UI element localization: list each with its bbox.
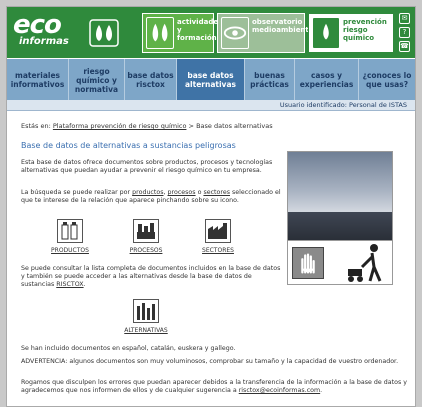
site-header: eco informas actividades y formación obs… xyxy=(7,7,415,58)
hand-stop-icon xyxy=(292,247,324,279)
eye-icon xyxy=(221,17,249,49)
tab-observatorio-medioambiental[interactable]: observatorio medioambiental xyxy=(217,13,316,53)
drops-icon xyxy=(146,17,174,49)
text: La búsqueda se puede realizar por xyxy=(21,189,131,196)
sectores-label[interactable]: SECTORES xyxy=(193,247,243,254)
ecoinformas-logo[interactable]: eco informas xyxy=(13,10,69,47)
text: Rogamos que disculpen los errores que pu… xyxy=(21,379,407,394)
errores-paragraph: Rogamos que disculpen los errores que pu… xyxy=(21,379,407,394)
productos-icon[interactable] xyxy=(57,219,83,243)
nav-base-datos-alternativas[interactable]: base datos alternativas xyxy=(177,59,245,101)
tab-label: prevención riesgo químico xyxy=(343,18,387,42)
breadcrumb-current: Base datos alternativas xyxy=(196,122,273,130)
sunset-photo xyxy=(287,151,393,285)
nav-casos-experiencias[interactable]: casos y experiencias xyxy=(295,59,359,101)
tab-label: observatorio medioambiental xyxy=(252,18,316,34)
nav-conoces-lo-que-usas[interactable]: ¿conoces lo que usas? xyxy=(359,59,415,101)
phone-icon[interactable]: ☎ xyxy=(399,41,410,52)
page: eco informas actividades y formación obs… xyxy=(6,6,416,407)
procesos-link[interactable]: procesos xyxy=(168,189,196,196)
advertencia-paragraph: ADVERTENCIA: algunos documentos son muy … xyxy=(21,358,399,365)
header-side-icons: ✉ ? ☎ xyxy=(399,13,411,55)
tab-label: actividades y formación xyxy=(177,18,223,42)
risctox-link[interactable]: RISCTOX xyxy=(56,281,83,288)
intro-paragraph: Esta base de datos ofrece documentos sob… xyxy=(21,159,273,174)
listado-paragraph: Se puede consultar la lista completa de … xyxy=(21,265,281,288)
logo-drops-icon xyxy=(89,19,119,47)
sectores-link[interactable]: sectores xyxy=(203,189,230,196)
breadcrumb: Estás en: Plataforma prevención de riesg… xyxy=(21,122,273,130)
productos-label[interactable]: PRODUCTOS xyxy=(45,247,95,254)
hand-drop-icon xyxy=(312,17,340,49)
logo-informas-text: informas xyxy=(19,36,69,47)
tab-actividades-formacion[interactable]: actividades y formación xyxy=(142,13,223,53)
user-status: Usuario identificado: Personal de ISTAS xyxy=(7,100,415,111)
sea-image xyxy=(288,212,392,240)
nav-base-datos-risctox[interactable]: base datos risctox xyxy=(125,59,177,101)
logo-eco-text: eco xyxy=(13,10,62,40)
alternativas-label[interactable]: ALTERNATIVAS xyxy=(121,327,171,334)
alternativas-icon[interactable] xyxy=(133,299,159,323)
nav-riesgo-quimico-normativa[interactable]: riesgo químico y normativa xyxy=(69,59,125,101)
breadcrumb-prefix: Estás en: xyxy=(21,122,51,130)
nav-buenas-practicas[interactable]: buenas prácticas xyxy=(245,59,295,101)
procesos-label[interactable]: PROCESOS xyxy=(121,247,171,254)
main-nav: materiales informativos riesgo químico y… xyxy=(7,58,415,101)
breadcrumb-sep: > xyxy=(188,122,194,130)
sectores-icon[interactable] xyxy=(205,219,231,243)
photo-icons-panel xyxy=(288,240,392,284)
breadcrumb-link[interactable]: Plataforma prevención de riesgo químico xyxy=(53,122,187,130)
search-paragraph: La búsqueda se puede realizar por produc… xyxy=(21,189,281,204)
procesos-icon[interactable] xyxy=(133,219,159,243)
productos-link[interactable]: productos xyxy=(132,189,163,196)
mail-icon[interactable]: ✉ xyxy=(399,13,410,24)
tab-prevencion-riesgo-quimico[interactable]: prevención riesgo químico xyxy=(308,13,394,53)
nav-materiales-informativos[interactable]: materiales informativos xyxy=(7,59,69,101)
person-mower-icon xyxy=(348,244,382,282)
question-icon[interactable]: ? xyxy=(399,27,410,38)
email-link[interactable]: risctox@ecoinformas.com xyxy=(239,387,320,394)
idiomas-paragraph: Se han incluido documentos en español, c… xyxy=(21,345,236,352)
page-title: Base de datos de alternativas a sustanci… xyxy=(21,141,236,150)
